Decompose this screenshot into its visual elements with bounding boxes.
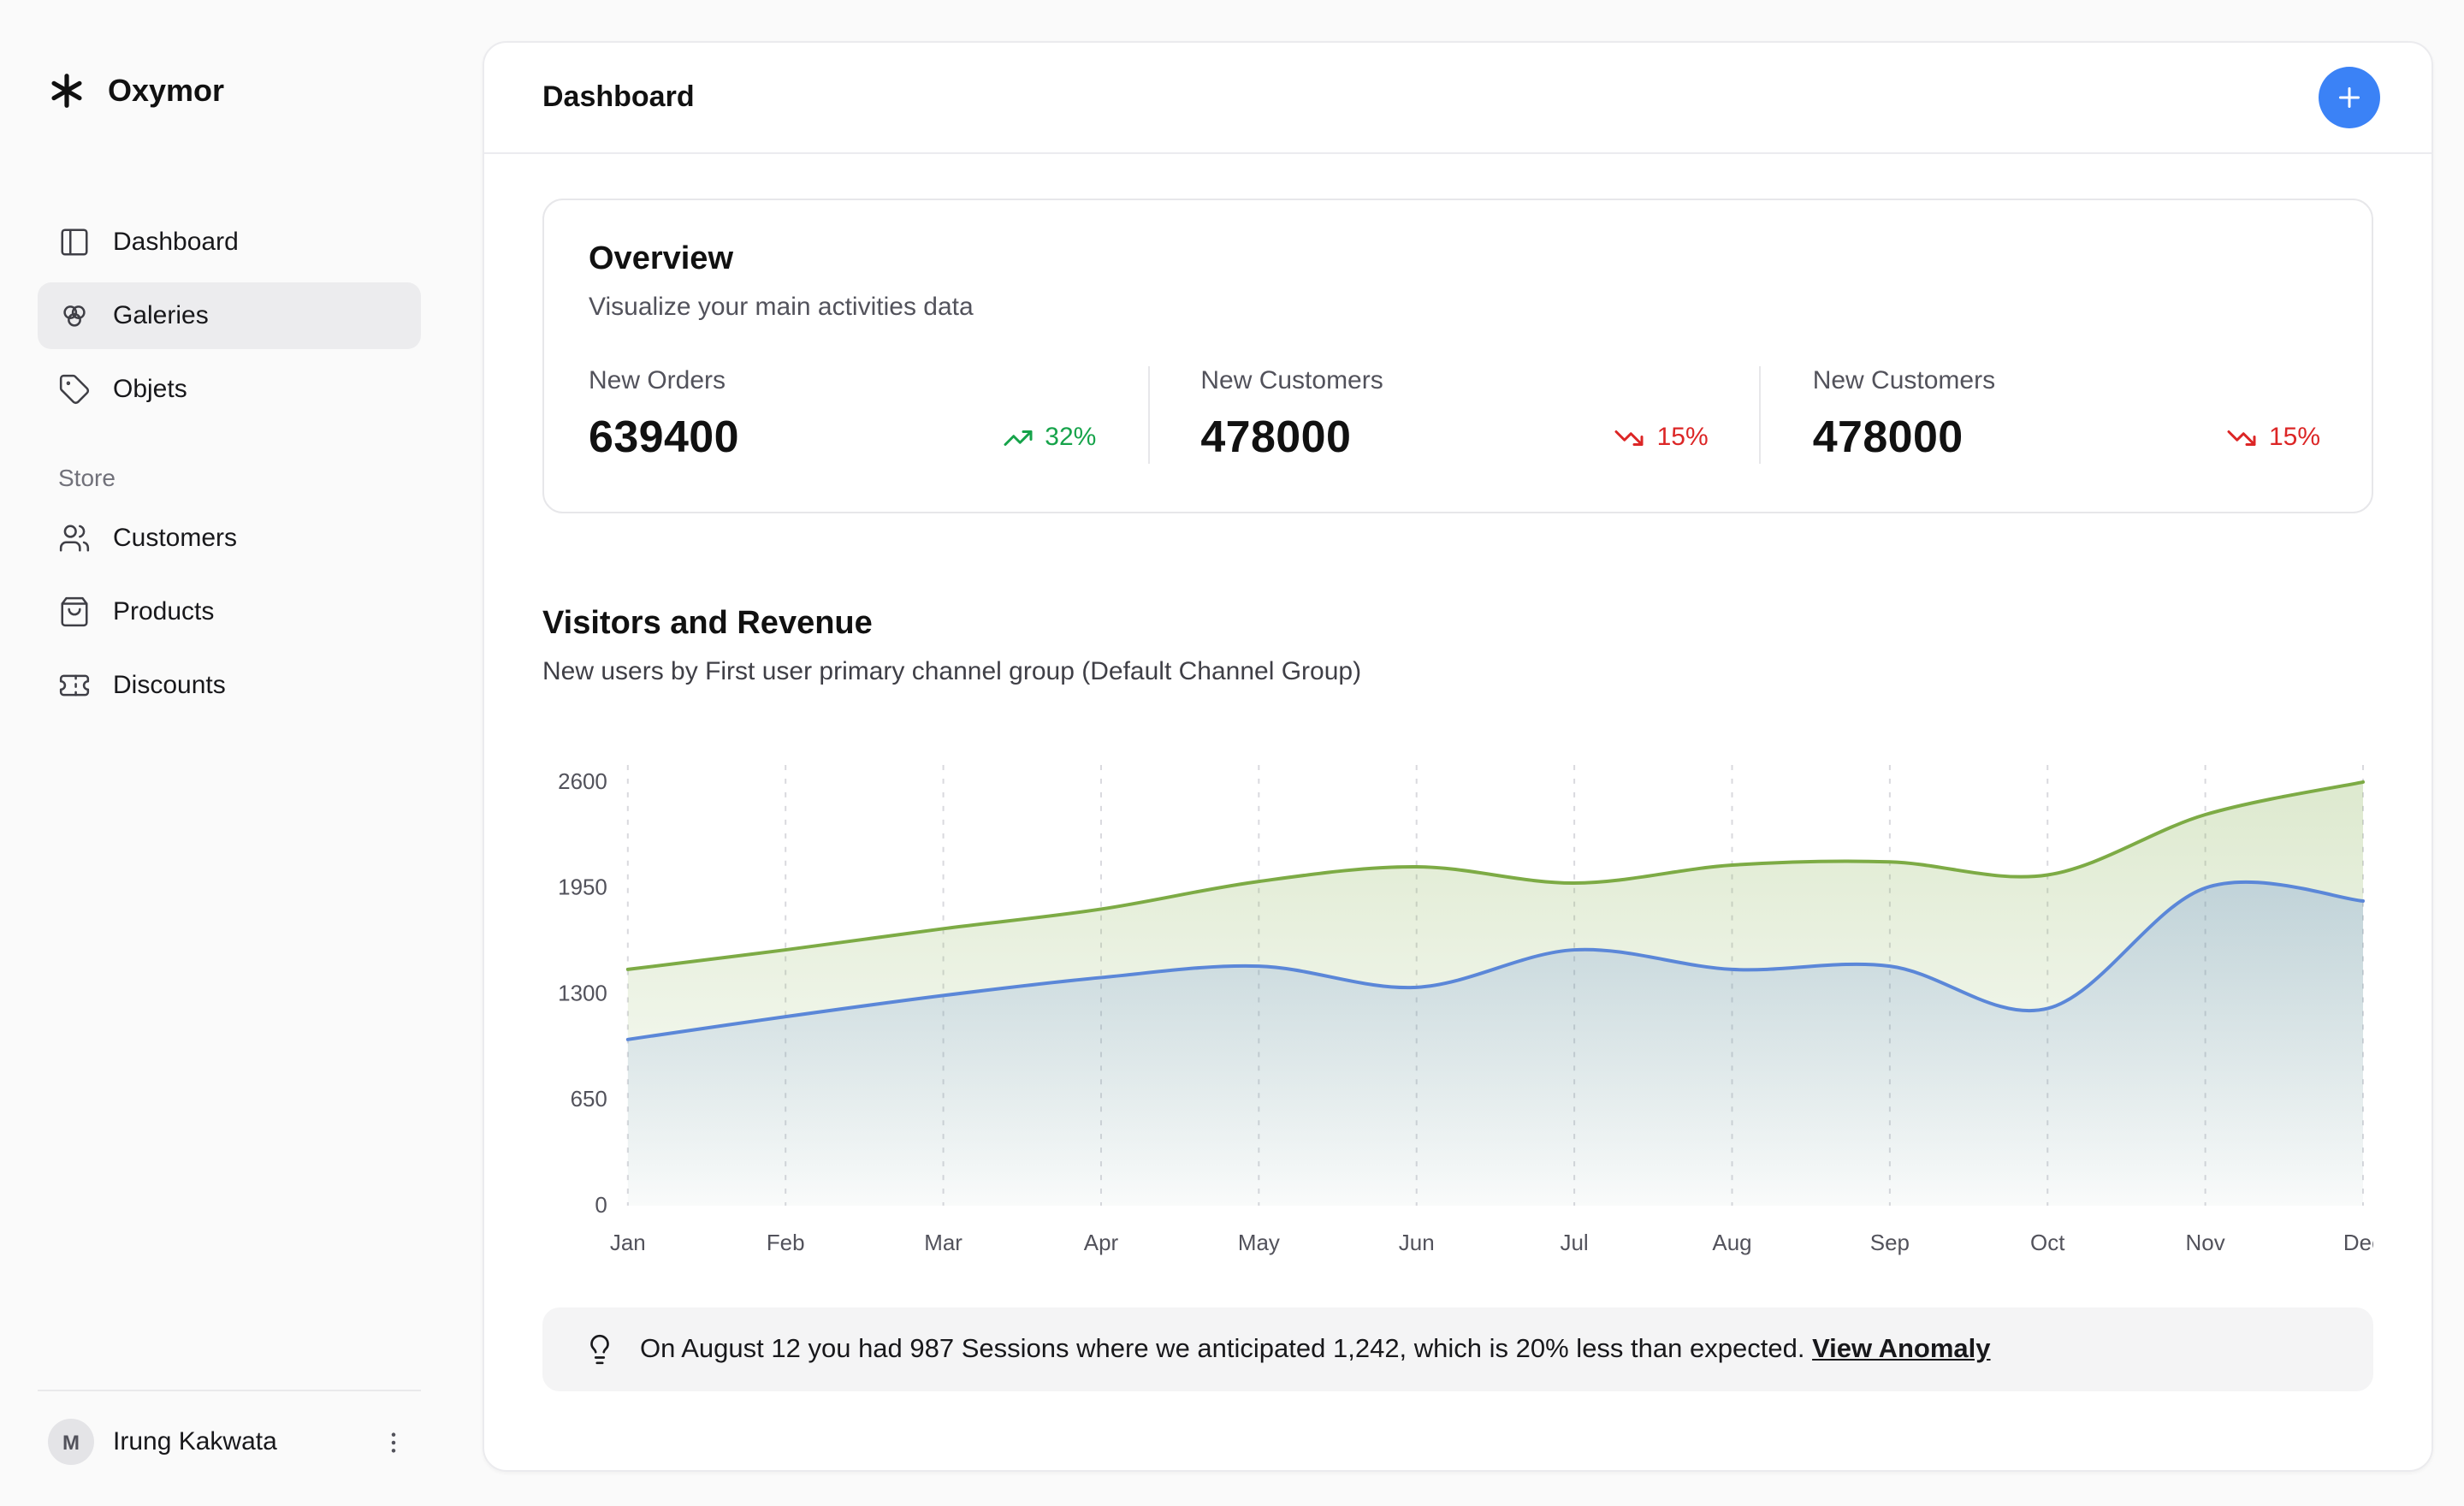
area-chart: Jan Feb Mar Apr May Jun Jul Aug Sep Oct Nov Dec 0 650… [542, 755, 2373, 1267]
card-body: Overview Visualize your main activities … [484, 154, 2431, 1470]
flower-icon [58, 299, 91, 332]
page-title: Dashboard [542, 80, 695, 115]
sidebar-section-store: Store [58, 464, 421, 491]
stat-label: New Customers [1813, 366, 2320, 395]
svg-text:Sep: Sep [1870, 1231, 1910, 1255]
asterisk-icon [44, 68, 89, 113]
card-header: Dashboard [484, 43, 2431, 154]
panels-icon [58, 226, 91, 258]
stat-new-orders: New Orders 639400 32% [589, 366, 1147, 464]
sidebar-item-label: Galeries [113, 301, 209, 330]
sidebar-item-label: Discounts [113, 671, 226, 700]
stat-delta-value: 15% [2269, 423, 2320, 452]
stat-value: 478000 [1200, 411, 1351, 464]
stat-delta: 15% [1614, 422, 1709, 453]
svg-text:Feb: Feb [767, 1231, 805, 1255]
stat-delta: 15% [2226, 422, 2320, 453]
ticket-icon [58, 669, 91, 702]
overview-subtitle: Visualize your main activities data [589, 293, 2327, 322]
svg-text:Dec: Dec [2343, 1231, 2373, 1255]
stat-value: 478000 [1813, 411, 1964, 464]
svg-text:May: May [1238, 1231, 1280, 1255]
stat-new-customers-2: New Customers 478000 15% [1760, 366, 2327, 464]
add-button[interactable] [2319, 67, 2380, 128]
svg-text:Oct: Oct [2030, 1231, 2065, 1255]
main-area: Dashboard Overview Visualize your main a… [459, 0, 2464, 1506]
sidebar-item-objets[interactable]: Objets [38, 356, 421, 423]
sidebar-item-discounts[interactable]: Discounts [38, 652, 421, 719]
stat-label: New Customers [1200, 366, 1708, 395]
svg-text:Mar: Mar [924, 1231, 962, 1255]
visitors-subtitle: New users by First user primary channel … [542, 657, 2373, 686]
app: Oxymor Dashboard Galeries Objets Store C… [0, 0, 2464, 1506]
svg-text:Jun: Jun [1399, 1231, 1435, 1255]
svg-text:2600: 2600 [558, 770, 607, 794]
sidebar-item-dashboard[interactable]: Dashboard [38, 209, 421, 276]
svg-text:0: 0 [595, 1194, 607, 1218]
overview-title: Overview [589, 241, 2327, 279]
sidebar-item-galeries[interactable]: Galeries [38, 282, 421, 349]
brand-logo: Oxymor [38, 68, 421, 113]
plus-icon [2334, 82, 2365, 113]
svg-text:Aug: Aug [1712, 1231, 1751, 1255]
sidebar-item-products[interactable]: Products [38, 578, 421, 645]
stat-new-customers-1: New Customers 478000 15% [1147, 366, 1759, 464]
user-row[interactable]: M Irung Kakwata [38, 1390, 421, 1465]
overview-card: Overview Visualize your main activities … [542, 199, 2373, 513]
shopping-bag-icon [58, 596, 91, 628]
sidebar-item-customers[interactable]: Customers [38, 505, 421, 572]
avatar: M [48, 1419, 94, 1465]
tag-icon [58, 373, 91, 406]
svg-text:Jan: Jan [610, 1231, 646, 1255]
users-icon [58, 522, 91, 554]
brand-name: Oxymor [108, 73, 224, 109]
main-nav: Dashboard Galeries Objets [38, 209, 421, 423]
svg-text:Jul: Jul [1561, 1231, 1589, 1255]
svg-text:650: 650 [571, 1088, 607, 1112]
stat-label: New Orders [589, 366, 1096, 395]
svg-text:Apr: Apr [1084, 1231, 1119, 1255]
lightbulb-icon [583, 1334, 616, 1367]
sidebar-item-label: Dashboard [113, 228, 239, 257]
visitors-title: Visitors and Revenue [542, 606, 2373, 643]
anomaly-message: On August 12 you had 987 Sessions where … [640, 1335, 1804, 1364]
anomaly-text: On August 12 you had 987 Sessions where … [640, 1335, 1991, 1366]
user-name: Irung Kakwata [113, 1427, 358, 1456]
sidebar: Oxymor Dashboard Galeries Objets Store C… [0, 0, 459, 1506]
store-nav: Customers Products Discounts [38, 505, 421, 719]
stat-delta-value: 15% [1657, 423, 1709, 452]
sidebar-item-label: Objets [113, 375, 187, 404]
user-menu-button[interactable] [376, 1425, 411, 1459]
svg-text:1950: 1950 [558, 876, 607, 900]
stat-delta: 32% [1002, 422, 1096, 453]
dashboard-card: Dashboard Overview Visualize your main a… [483, 41, 2433, 1472]
sidebar-item-label: Products [113, 597, 214, 626]
kebab-vertical-icon [380, 1428, 407, 1456]
stat-delta-value: 32% [1045, 423, 1096, 452]
svg-text:1300: 1300 [558, 981, 607, 1005]
trending-down-icon [1614, 422, 1645, 453]
svg-text:Nov: Nov [2186, 1231, 2225, 1255]
stat-value: 639400 [589, 411, 739, 464]
view-anomaly-link[interactable]: View Anomaly [1812, 1335, 1990, 1364]
visitors-chart: Jan Feb Mar Apr May Jun Jul Aug Sep Oct Nov Dec 0 650… [542, 755, 2373, 1267]
trending-down-icon [2226, 422, 2257, 453]
sidebar-item-label: Customers [113, 524, 237, 553]
anomaly-banner: On August 12 you had 987 Sessions where … [542, 1308, 2373, 1392]
stats-row: New Orders 639400 32% N [589, 366, 2327, 464]
trending-up-icon [1002, 422, 1033, 453]
